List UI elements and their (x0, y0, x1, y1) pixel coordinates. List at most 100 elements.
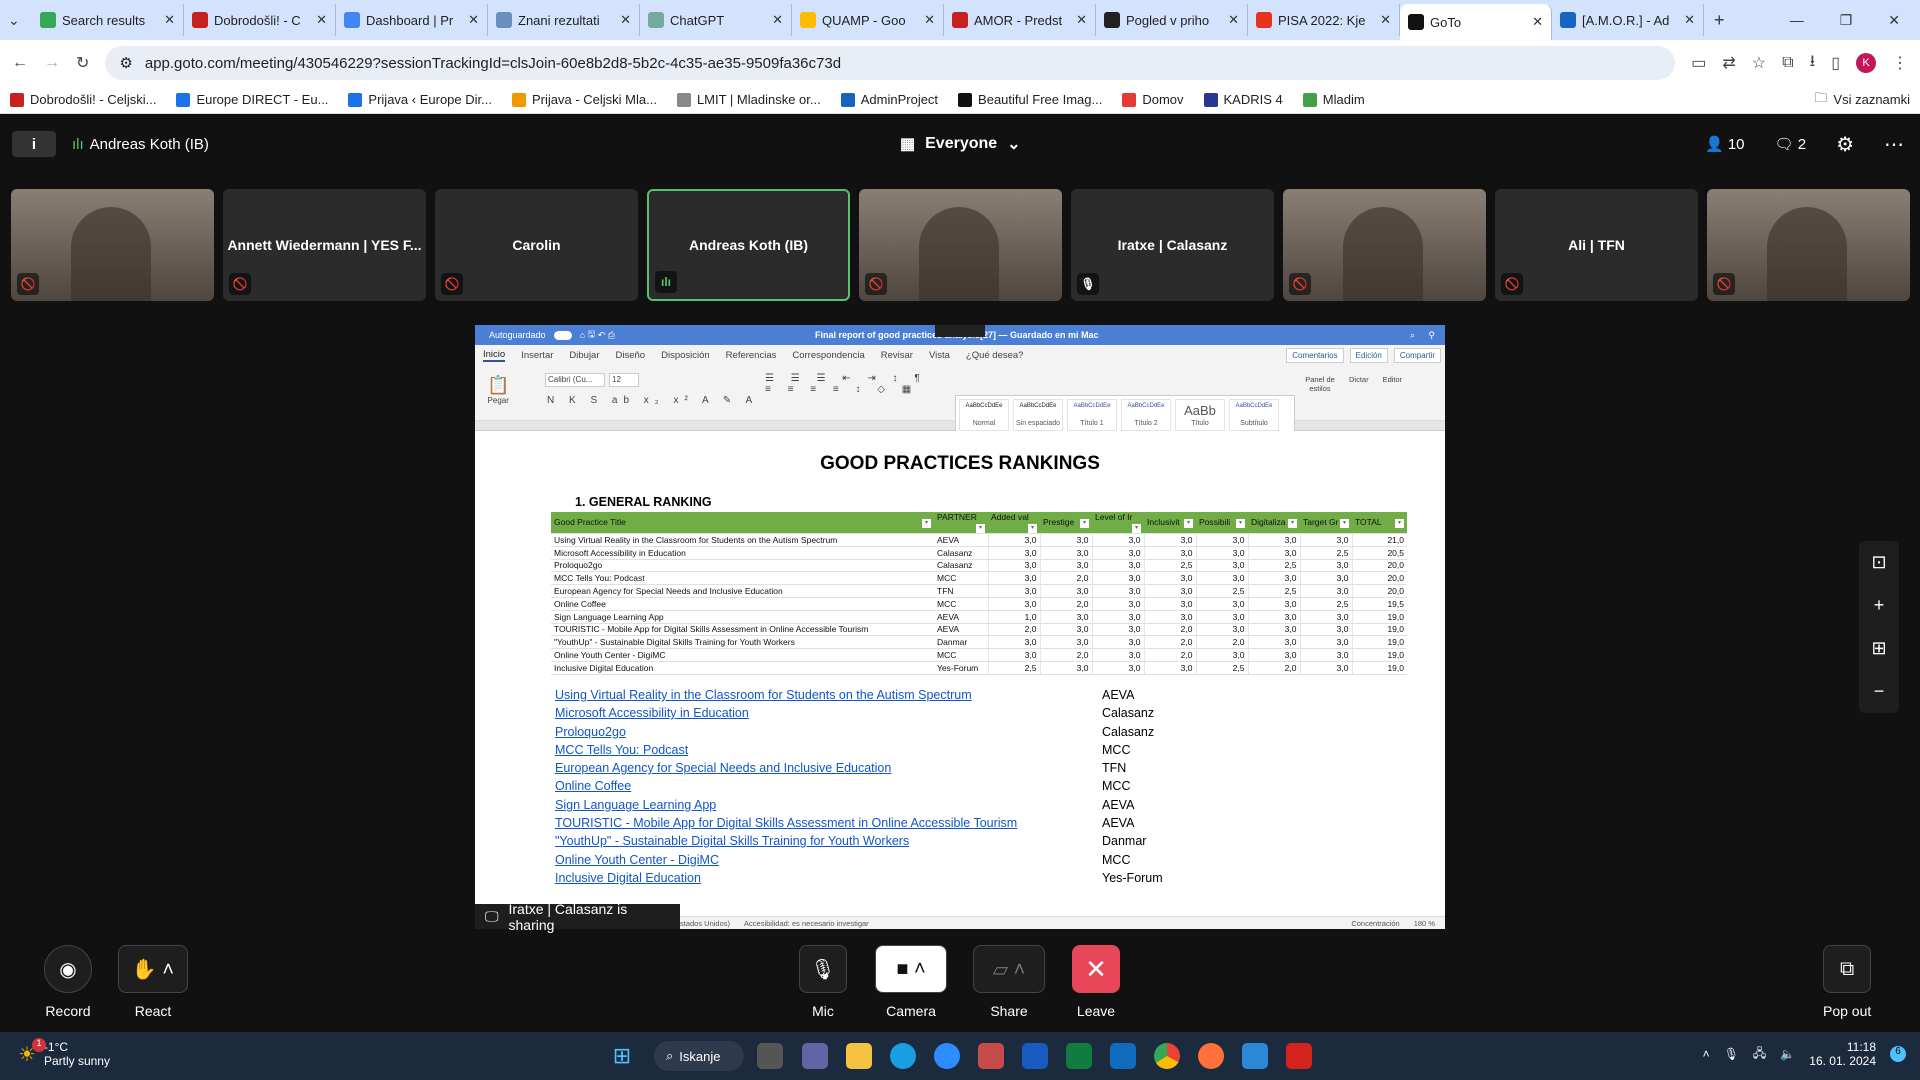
fit-screen-icon[interactable]: ⊡ (1871, 552, 1886, 573)
partner-cell[interactable]: TFN (934, 584, 988, 598)
score-cell[interactable]: 3,0 (1299, 559, 1352, 573)
score-cell[interactable]: 3,0 (1143, 661, 1196, 675)
more-icon[interactable]: ⋯ (1884, 132, 1904, 157)
ribbon-tab[interactable]: Correspondencia (792, 350, 864, 361)
all-bookmarks[interactable]: 🗀 Vsi zaznamki (1814, 89, 1910, 111)
bookmark-item[interactable]: Domov (1122, 92, 1184, 107)
partner-cell[interactable]: AEVA (934, 533, 988, 547)
filter-dropdown-icon[interactable]: ▾ (1340, 519, 1349, 528)
score-cell[interactable]: 2,0 (987, 623, 1040, 637)
cast-icon[interactable]: ▭ (1691, 53, 1706, 73)
practice-title-cell[interactable]: Sign Language Learning App (551, 610, 934, 624)
back-icon[interactable]: ← (12, 54, 28, 72)
filter-dropdown-icon[interactable]: ▾ (976, 524, 985, 533)
participants-button[interactable]: 👤 10 (1705, 135, 1745, 153)
ribbon-action-button[interactable]: Comentarios (1286, 348, 1344, 363)
font-name-select[interactable]: Calibri (Cu... (545, 373, 605, 387)
good-practice-link[interactable]: Online Coffee (555, 779, 631, 793)
score-cell[interactable]: 3,0 (1247, 610, 1300, 624)
font-size-select[interactable]: 12 (609, 373, 639, 387)
ribbon-action-button[interactable]: Edición (1349, 348, 1388, 363)
partner-cell[interactable]: MCC (934, 597, 988, 611)
browser-tab[interactable]: Pogled v priho ✕ (1096, 4, 1248, 36)
participant-tile[interactable]: Carolin 🚫 (435, 189, 638, 301)
restore-icon[interactable]: ❐ (1840, 12, 1853, 29)
score-cell[interactable]: 3,0 (1247, 597, 1300, 611)
score-cell[interactable]: 3,0 (1143, 546, 1196, 560)
score-cell[interactable]: 3,0 (1195, 571, 1248, 586)
mic-button[interactable]: 🎙 Mic (799, 945, 847, 1019)
good-practice-link[interactable]: MCC Tells You: Podcast (555, 743, 688, 757)
score-cell[interactable]: 3,0 (1299, 571, 1352, 586)
partner-cell[interactable]: Yes-Forum (934, 661, 988, 675)
partner-cell[interactable]: Danmar (934, 635, 988, 650)
score-cell[interactable]: 3,0 (987, 559, 1040, 573)
score-cell[interactable]: 3,0 (1143, 533, 1196, 547)
score-cell[interactable]: 1,0 (987, 610, 1040, 624)
ribbon-tab[interactable]: Disposición (661, 350, 710, 361)
practice-title-cell[interactable]: Microsoft Accessibility in Education (551, 546, 934, 560)
chrome-icon[interactable] (1154, 1043, 1180, 1069)
score-cell[interactable]: 3,0 (987, 533, 1040, 547)
ribbon-tab[interactable]: Revisar (881, 350, 913, 361)
partner-cell[interactable]: MCC (934, 648, 988, 662)
search-icon[interactable]: ⌕ (1410, 330, 1415, 341)
score-cell[interactable]: 3,0 (1039, 610, 1092, 624)
filter-dropdown-icon[interactable]: ▾ (1184, 519, 1193, 528)
close-tab-icon[interactable]: ✕ (468, 12, 479, 28)
score-cell[interactable]: 3,0 (1299, 610, 1352, 624)
zoom-in-icon[interactable]: + (1874, 595, 1885, 616)
microphone-icon[interactable]: 🎙 (1724, 1047, 1739, 1061)
score-cell[interactable]: 3,0 (1247, 623, 1300, 637)
tray-chevron-icon[interactable]: ˄ (1703, 1047, 1710, 1061)
popout-button[interactable]: ⧉ Pop out (1823, 945, 1871, 1019)
ribbon-action-button[interactable]: Compartir (1393, 348, 1441, 363)
score-cell[interactable]: 3,0 (1039, 623, 1092, 637)
edge-icon[interactable] (890, 1043, 916, 1069)
actual-size-icon[interactable]: ⊞ (1871, 638, 1886, 659)
record-button[interactable]: ◉ Record (44, 945, 92, 1019)
score-cell[interactable]: 3,0 (1039, 661, 1092, 675)
score-cell[interactable]: 3,0 (1039, 546, 1092, 560)
score-cell[interactable]: 2,0 (1143, 623, 1196, 637)
partner-cell[interactable]: Calasanz (934, 559, 988, 573)
score-cell[interactable]: 20,0 (1351, 559, 1407, 573)
bookmark-item[interactable]: Mladim (1302, 92, 1365, 107)
home-icon[interactable]: ⌂ (580, 330, 585, 340)
acrobat-icon[interactable] (1286, 1043, 1312, 1069)
screen-share-handle[interactable] (935, 325, 985, 337)
good-practice-link[interactable]: Using Virtual Reality in the Classroom f… (555, 688, 972, 702)
practice-title-cell[interactable]: TOURISTIC - Mobile App for Digital Skill… (551, 623, 934, 637)
score-cell[interactable]: 3,0 (1195, 610, 1248, 624)
score-cell[interactable]: 2,0 (1247, 661, 1300, 675)
practice-title-cell[interactable]: MCC Tells You: Podcast (551, 571, 934, 586)
score-cell[interactable]: 3,0 (1091, 661, 1144, 675)
bookmark-item[interactable]: AdminProject (840, 92, 938, 107)
zoom-out-icon[interactable]: − (1874, 681, 1885, 702)
ribbon-tab[interactable]: ¿Qué desea? (966, 350, 1024, 361)
bookmark-item[interactable]: Dobrodošli! - Celjski... (10, 92, 156, 107)
score-cell[interactable]: 3,0 (1091, 559, 1144, 573)
document-page[interactable]: GOOD PRACTICES RANKINGS 1. GENERAL RANKI… (475, 431, 1445, 917)
score-cell[interactable]: 19,0 (1351, 648, 1407, 662)
notification-badge[interactable]: 6 (1890, 1046, 1906, 1062)
extensions-icon[interactable]: ⧉ (1782, 54, 1793, 72)
close-tab-icon[interactable]: ✕ (1380, 12, 1391, 28)
score-cell[interactable]: 2,5 (1195, 584, 1248, 598)
score-cell[interactable]: 3,0 (1195, 623, 1248, 637)
score-cell[interactable]: 3,0 (1143, 610, 1196, 624)
score-cell[interactable]: 2,0 (1143, 648, 1196, 662)
react-button[interactable]: ✋ ˄ React (118, 945, 188, 1019)
practice-title-cell[interactable]: Inclusive Digital Education (551, 661, 934, 675)
score-cell[interactable]: 3,0 (1039, 559, 1092, 573)
score-cell[interactable]: 2,0 (1039, 571, 1092, 586)
score-cell[interactable]: 3,0 (1299, 648, 1352, 662)
score-cell[interactable]: 3,0 (1299, 533, 1352, 547)
score-cell[interactable]: 3,0 (1039, 584, 1092, 598)
score-cell[interactable]: 3,0 (1247, 571, 1300, 586)
save-icon[interactable]: 🖫 (588, 327, 596, 343)
browser-tab[interactable]: Search results ✕ (32, 4, 184, 36)
score-cell[interactable]: 3,0 (1091, 584, 1144, 598)
column-header[interactable]: Possibili ▾ (1196, 512, 1248, 534)
score-cell[interactable]: 3,0 (1039, 635, 1092, 650)
